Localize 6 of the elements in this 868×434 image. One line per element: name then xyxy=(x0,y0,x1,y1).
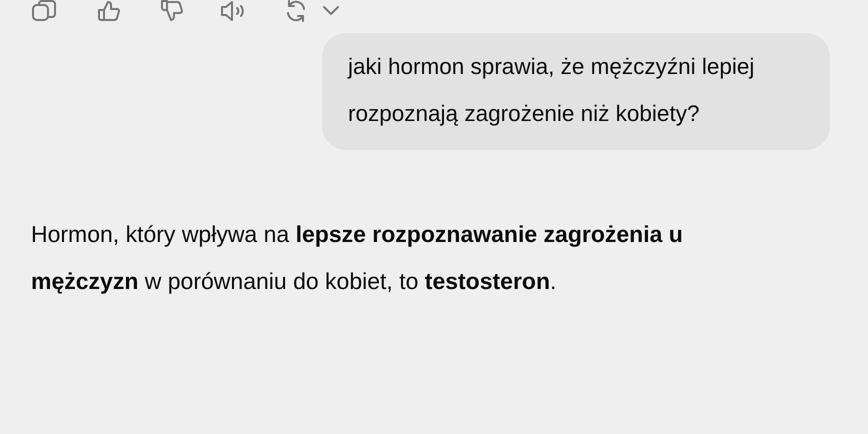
thumbs-up-icon[interactable] xyxy=(97,0,121,22)
user-message: jaki hormon sprawia, że mężczyźni lepiej rozpoznają zagrożenie niż kobiety? xyxy=(322,33,830,150)
assistant-message: Hormon, który wpływa na lepsze rozpoznawanie zagrożenia u mężczyzn w porównaniu do kobiet, to testosteron. xyxy=(30,220,684,296)
regenerate-icon[interactable] xyxy=(285,0,307,22)
thumbs-down-icon[interactable] xyxy=(160,0,184,22)
copy-icon[interactable] xyxy=(32,0,58,22)
